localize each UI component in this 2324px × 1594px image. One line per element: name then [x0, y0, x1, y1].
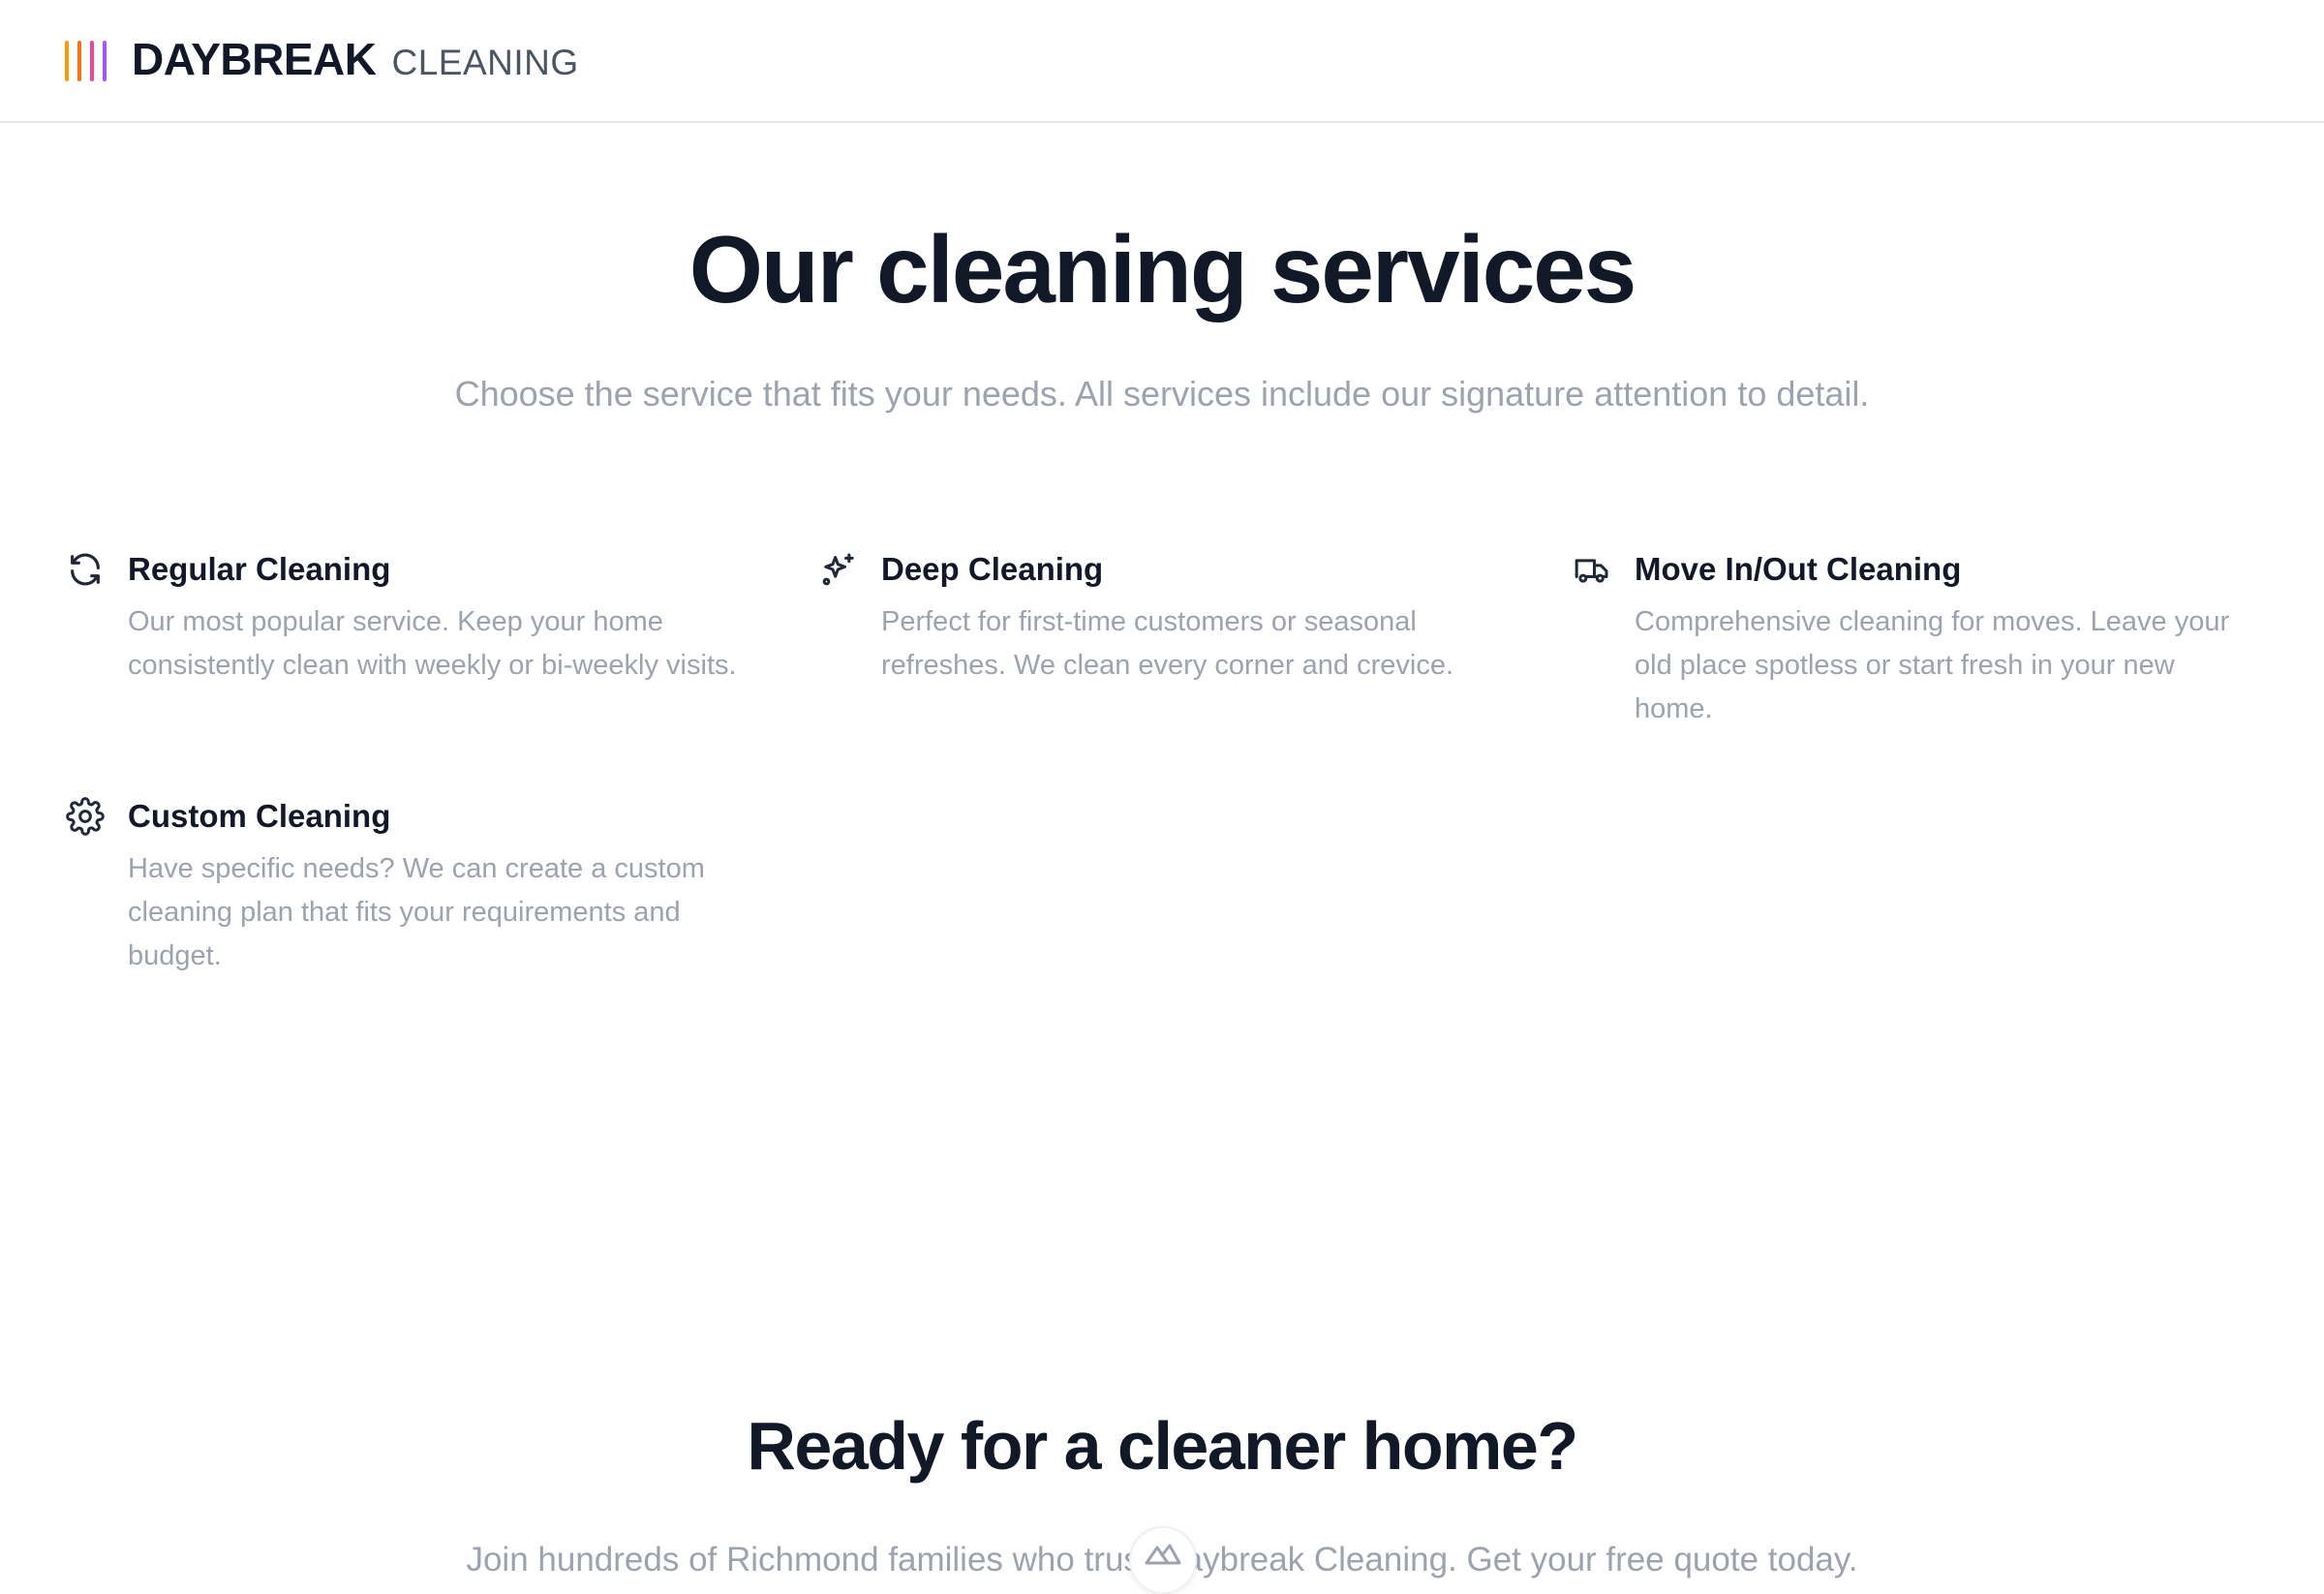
- cta-title: Ready for a cleaner home?: [747, 1408, 1578, 1484]
- brand-name: DAYBREAK: [132, 34, 377, 84]
- service-title: Deep Cleaning: [881, 551, 1104, 587]
- mountain-icon: [1145, 1544, 1181, 1570]
- service-title: Regular Cleaning: [128, 551, 391, 587]
- brand-logo[interactable]: DAYBREAK CLEANING: [132, 33, 579, 91]
- service-description: Perfect for first-time customers or seas…: [881, 606, 1454, 681]
- sparkles-icon: [819, 550, 858, 589]
- page-subtitle: Choose the service that fits your needs.…: [454, 374, 1870, 414]
- service-description: Have specific needs? We can create a cus…: [128, 853, 705, 971]
- gear-icon: [66, 797, 105, 836]
- service-description: Comprehensive cleaning for moves. Leave …: [1635, 606, 2230, 724]
- logo-icon[interactable]: [65, 41, 109, 81]
- service-title: Move In/Out Cleaning: [1635, 551, 1962, 587]
- truck-icon: [1573, 550, 1611, 589]
- floating-badge[interactable]: [1129, 1526, 1197, 1594]
- service-title: Custom Cleaning: [128, 798, 391, 834]
- page-title: Our cleaning services: [688, 216, 1637, 322]
- site-header: DAYBREAK CLEANING: [0, 0, 2324, 123]
- service-description: Our most popular service. Keep your home…: [128, 606, 737, 681]
- refresh-icon: [66, 550, 105, 589]
- brand-subtitle: CLEANING: [391, 43, 579, 82]
